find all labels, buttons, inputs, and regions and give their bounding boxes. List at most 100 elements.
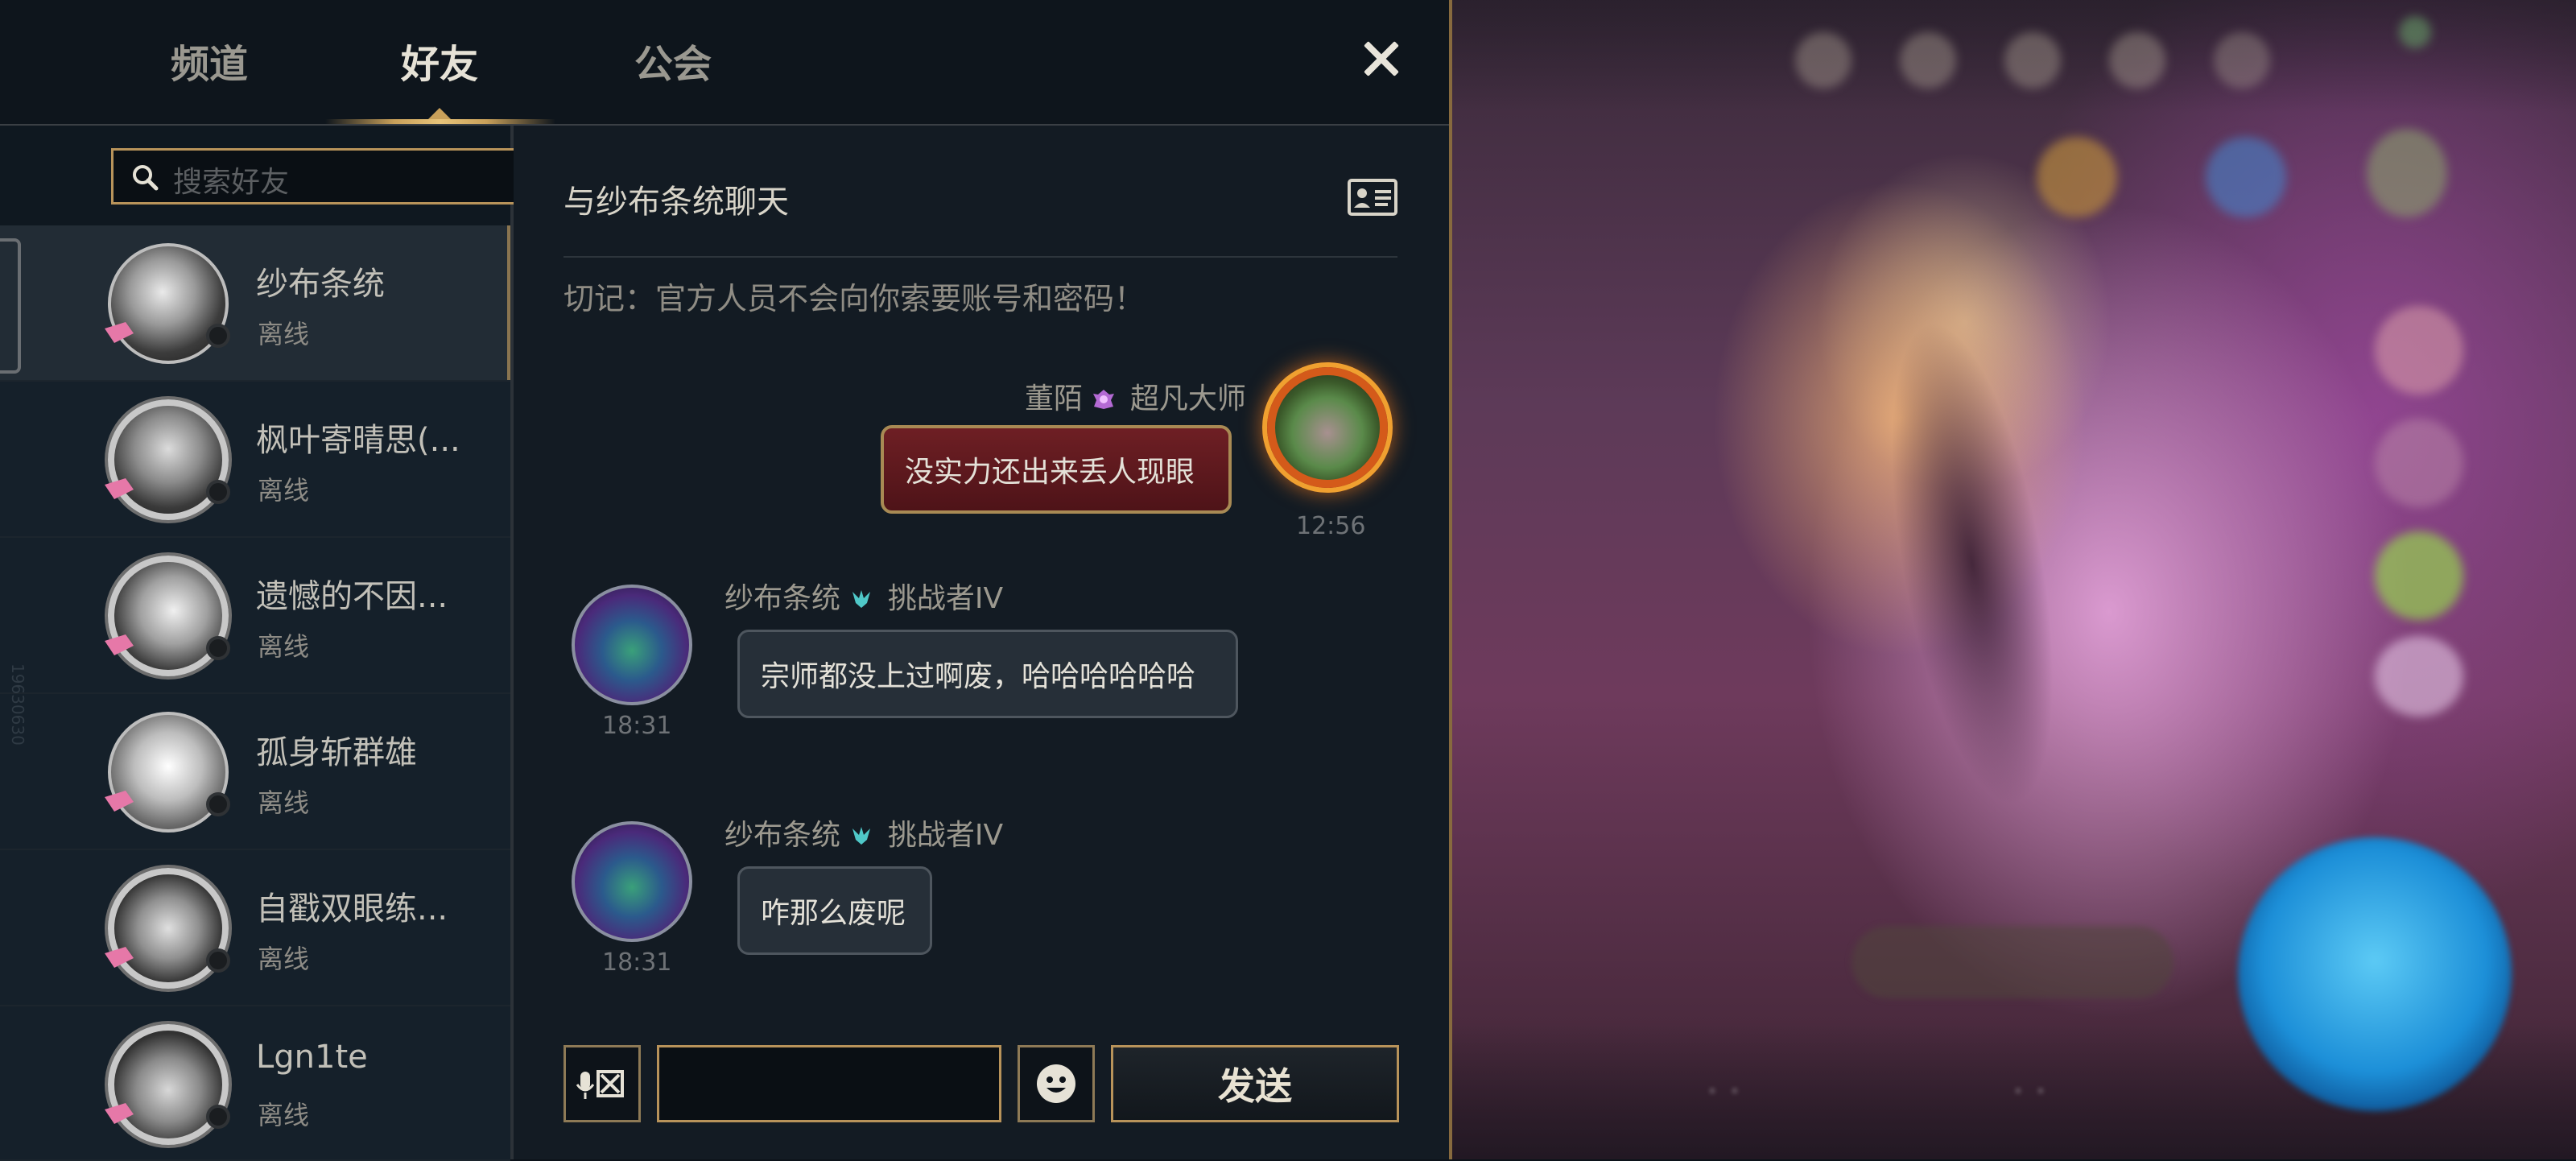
message-bubble: 没实力还出来丢人现眼 — [881, 425, 1232, 514]
pink-tag-icon — [105, 322, 134, 343]
sender-name: 纱布条统 — [724, 582, 841, 615]
champion-figure — [1790, 185, 2154, 942]
profile-card-icon[interactable] — [1348, 179, 1397, 216]
social-panel: 频道 好友 公会 搜索好友 纱布条统 离线 枫叶寄晴思(... 离线 遗憾的不因… — [0, 0, 1449, 1161]
offline-status-dot — [206, 636, 230, 660]
friend-status: 离线 — [258, 631, 310, 662]
blurred-pill — [1852, 926, 2174, 998]
close-icon[interactable] — [1360, 39, 1401, 79]
message-input[interactable] — [657, 1045, 1001, 1122]
voice-input-icon — [576, 1070, 624, 1099]
side-button — [2375, 636, 2463, 717]
pink-tag-icon — [105, 1103, 134, 1124]
search-input[interactable]: 搜索好友 — [111, 148, 526, 205]
play-button — [2238, 837, 2512, 1111]
top-icon — [1795, 32, 1852, 89]
avatar-image — [108, 243, 229, 364]
friend-item[interactable]: 枫叶寄晴思(... 离线 — [0, 382, 510, 538]
friend-status: 离线 — [258, 475, 310, 506]
top-icon — [2214, 32, 2270, 89]
friend-item[interactable]: 遗憾的不因... 离线 — [0, 538, 510, 694]
mode-icon — [2037, 137, 2117, 217]
avatar — [105, 556, 230, 676]
emoji-icon — [1037, 1064, 1075, 1103]
mode-icon — [2367, 129, 2447, 217]
friend-item[interactable]: Lgn1te 离线 — [0, 1006, 510, 1161]
tab-channel[interactable]: 频道 — [171, 32, 248, 89]
sender-rank: 挑战者IV — [887, 582, 1004, 615]
message-sender: 纱布条统 挑战者IV — [724, 812, 1003, 853]
pink-tag-icon — [105, 947, 134, 968]
tab-friends[interactable]: 好友 — [401, 32, 478, 89]
avatar-image — [108, 556, 229, 676]
message-time: 12:56 — [1296, 512, 1366, 540]
message-sender: 纱布条统 挑战者IV — [724, 575, 1003, 617]
offline-status-dot — [206, 948, 230, 973]
offline-status-dot — [206, 324, 230, 348]
avatar-image — [108, 868, 229, 989]
voice-input-button[interactable] — [564, 1045, 641, 1122]
chat-title: 与纱布条统聊天 — [564, 184, 789, 221]
my-avatar — [1267, 367, 1388, 488]
top-icon — [2109, 32, 2165, 89]
message-bubble: 宗师都没上过啊废，哈哈哈哈哈哈 — [737, 630, 1238, 718]
friend-avatar — [572, 585, 692, 705]
sender-rank: 超凡大师 — [1129, 382, 1246, 415]
avatar — [105, 712, 230, 833]
chat-area: 与纱布条统聊天 切记：官方人员不会向你索要账号和密码！ 董陌 超凡大师 没实力还… — [514, 126, 1449, 1159]
message-time: 18:31 — [602, 712, 672, 740]
friend-status: 离线 — [258, 1100, 310, 1130]
friend-item[interactable]: 孤身斩群雄 离线 — [0, 694, 510, 850]
avatar — [105, 1024, 230, 1145]
active-tab-underline — [325, 119, 555, 124]
avatar — [105, 399, 230, 520]
search-icon — [133, 165, 159, 191]
rank-icon — [852, 827, 871, 845]
friend-status: 离线 — [258, 787, 310, 818]
security-warning: 切记：官方人员不会向你索要账号和密码！ — [564, 281, 1146, 316]
top-icon — [2399, 16, 2431, 48]
sender-rank: 挑战者IV — [887, 819, 1004, 852]
avatar-image — [108, 1024, 229, 1145]
message-sender: 董陌 超凡大师 — [1025, 375, 1246, 417]
pink-tag-icon — [105, 478, 134, 499]
friend-name: Lgn1te — [256, 1039, 368, 1076]
search-placeholder: 搜索好友 — [173, 166, 290, 199]
avatar-image — [108, 399, 229, 520]
side-button — [2375, 531, 2463, 620]
offline-status-dot — [206, 480, 230, 504]
game-background: · · · · — [1449, 0, 2576, 1159]
top-icon — [2004, 32, 2061, 89]
sender-name: 纱布条统 — [724, 819, 841, 852]
pink-tag-icon — [105, 634, 134, 655]
friend-name: 枫叶寄晴思(... — [256, 422, 460, 459]
avatar — [105, 243, 230, 364]
bottom-label: · · — [2013, 1071, 2046, 1112]
side-button — [2375, 419, 2463, 507]
panel-border — [1449, 0, 1452, 1159]
tab-bar: 频道 好友 公会 — [0, 0, 1449, 126]
send-button[interactable]: 发送 — [1111, 1045, 1399, 1122]
rank-icon — [852, 590, 871, 608]
top-icon — [1900, 32, 1956, 89]
friend-item[interactable]: 纱布条统 离线 — [0, 225, 510, 382]
friend-status: 离线 — [258, 944, 310, 974]
side-button — [2375, 306, 2463, 395]
friend-avatar — [572, 821, 692, 942]
avatar — [105, 868, 230, 989]
bottom-label: · · — [1707, 1071, 1740, 1112]
tab-guild[interactable]: 公会 — [634, 32, 712, 89]
sender-name: 董陌 — [1025, 382, 1084, 415]
friend-item[interactable]: 自戳双眼练... 离线 — [0, 850, 510, 1006]
friend-list: 搜索好友 纱布条统 离线 枫叶寄晴思(... 离线 遗憾的不因... 离线 孤身… — [0, 126, 526, 1161]
message-bubble: 咋那么废呢 — [737, 866, 932, 955]
offline-status-dot — [206, 792, 230, 816]
offline-status-dot — [206, 1105, 230, 1129]
mode-icon — [2206, 137, 2286, 217]
chat-divider — [564, 256, 1397, 258]
selection-bracket — [0, 238, 21, 374]
pink-tag-icon — [105, 791, 134, 812]
avatar-image — [108, 712, 229, 833]
emoji-button[interactable] — [1018, 1045, 1095, 1122]
active-tab-caret — [428, 108, 451, 119]
